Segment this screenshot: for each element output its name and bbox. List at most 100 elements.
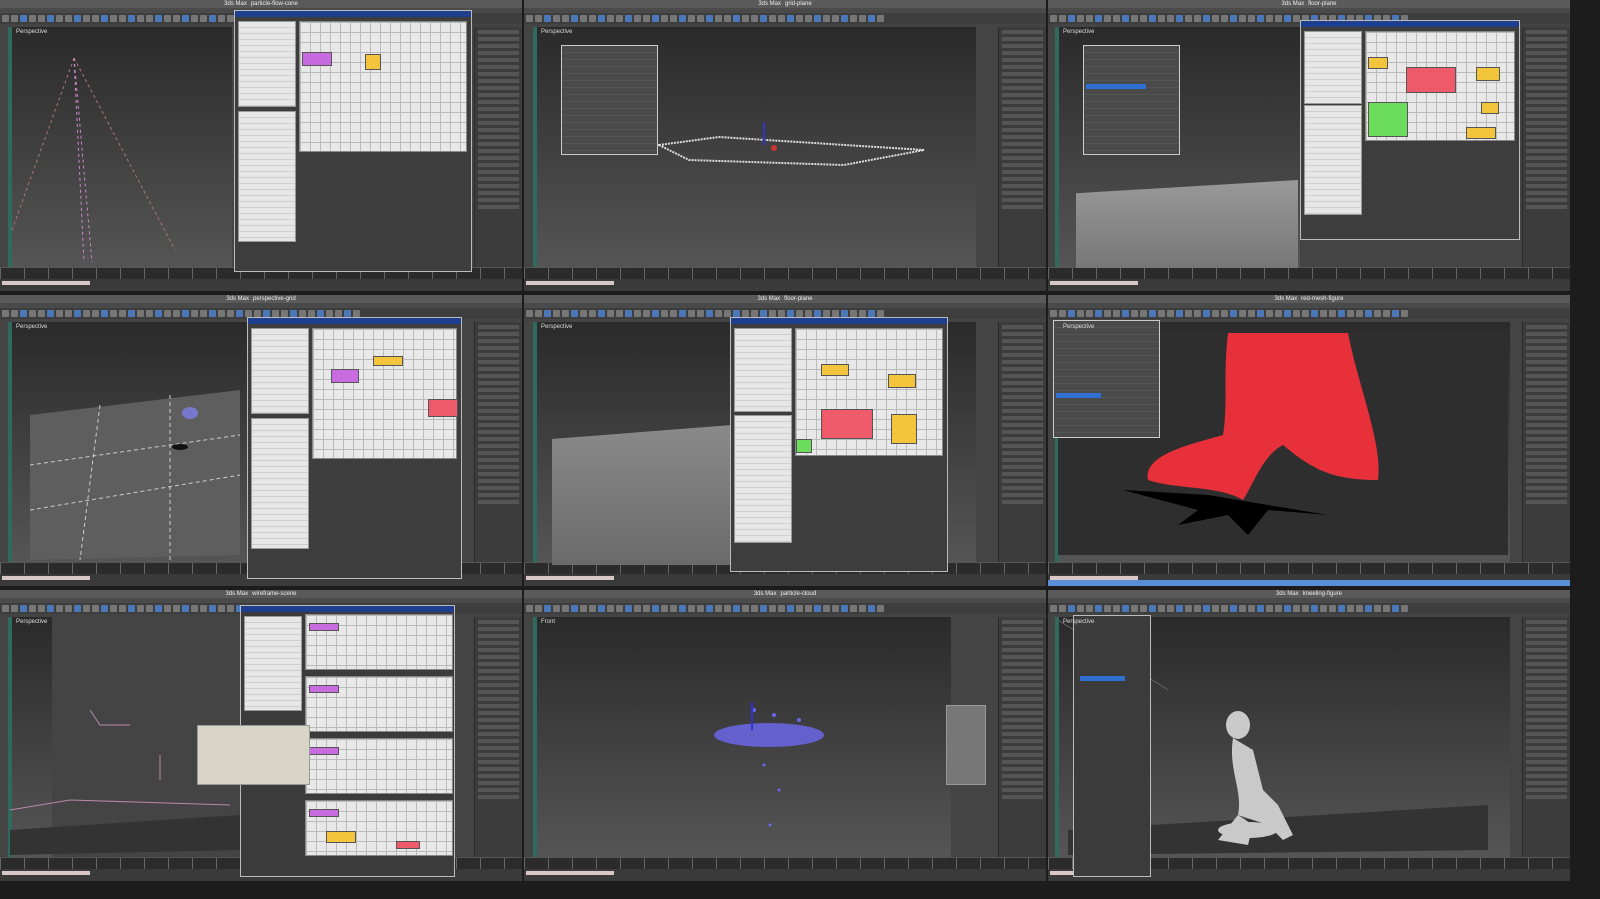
- command-panel-row[interactable]: [1526, 149, 1567, 153]
- toolbar-icon[interactable]: [1050, 15, 1057, 22]
- command-panel-row[interactable]: [1002, 395, 1043, 399]
- event-tree[interactable]: [251, 418, 309, 549]
- toolbar-icon[interactable]: [1167, 15, 1174, 22]
- toolbar-icon[interactable]: [1212, 15, 1219, 22]
- toolbar-icon[interactable]: [742, 310, 749, 317]
- command-panel-row[interactable]: [1526, 58, 1567, 62]
- command-panel-row[interactable]: [1002, 409, 1043, 413]
- viewport-label[interactable]: Perspective: [541, 324, 572, 330]
- command-panel-row[interactable]: [1002, 346, 1043, 350]
- toolbar-icon[interactable]: [1266, 15, 1273, 22]
- command-panel-row[interactable]: [1526, 44, 1567, 48]
- command-panel-row[interactable]: [1526, 30, 1567, 34]
- selected-row[interactable]: [1080, 676, 1125, 681]
- maxscript-listener[interactable]: [1050, 281, 1138, 285]
- toolbar-icon[interactable]: [634, 310, 641, 317]
- selected-row[interactable]: [1056, 393, 1101, 398]
- schematic-dialog[interactable]: [730, 317, 948, 572]
- toolbar-icon[interactable]: [823, 310, 830, 317]
- command-panel-row[interactable]: [1526, 142, 1567, 146]
- command-panel-row[interactable]: [1002, 360, 1043, 364]
- toolbar-icon[interactable]: [1122, 15, 1129, 22]
- event-node[interactable]: [1406, 67, 1456, 93]
- command-panel-row[interactable]: [1526, 51, 1567, 55]
- event-node[interactable]: [1466, 127, 1496, 139]
- toolbar-icon[interactable]: [562, 310, 569, 317]
- event-node[interactable]: [428, 399, 458, 417]
- command-panel-row[interactable]: [1526, 191, 1567, 195]
- toolbar-icon[interactable]: [1140, 15, 1147, 22]
- toolbar-icon[interactable]: [778, 310, 785, 317]
- scene-explorer[interactable]: [561, 45, 658, 155]
- command-panel-row[interactable]: [1002, 325, 1043, 329]
- viewport-label[interactable]: Front: [541, 619, 555, 625]
- viewport-label[interactable]: Perspective: [1063, 29, 1094, 35]
- particle-view-graph[interactable]: [795, 328, 943, 456]
- command-panel-row[interactable]: [1002, 430, 1043, 434]
- scene-explorer[interactable]: [1083, 45, 1180, 155]
- event-tree[interactable]: [1304, 105, 1362, 215]
- toolbar-icon[interactable]: [670, 310, 677, 317]
- command-panel-row[interactable]: [1526, 37, 1567, 41]
- toolbar-icon[interactable]: [1239, 15, 1246, 22]
- command-panel-row[interactable]: [1526, 205, 1567, 209]
- toolbar-icon[interactable]: [832, 310, 839, 317]
- toolbar-icon[interactable]: [625, 310, 632, 317]
- toolbar-icon[interactable]: [1086, 15, 1093, 22]
- command-panel[interactable]: [998, 322, 1046, 562]
- command-panel-row[interactable]: [1002, 465, 1043, 469]
- particle-view-graph[interactable]: [305, 614, 453, 670]
- viewport-label[interactable]: Perspective: [16, 324, 47, 330]
- particle-view-graph[interactable]: [299, 21, 467, 152]
- toolbar-icon[interactable]: [877, 310, 884, 317]
- toolbar-icon[interactable]: [751, 310, 758, 317]
- event-node[interactable]: [1481, 102, 1499, 114]
- particle-view-graph[interactable]: [305, 676, 453, 732]
- command-panel-row[interactable]: [1002, 423, 1043, 427]
- schematic-dialog[interactable]: [1300, 20, 1520, 240]
- viewport-label[interactable]: Perspective: [1063, 619, 1094, 625]
- toolbar-icon[interactable]: [1176, 15, 1183, 22]
- event-node[interactable]: [1368, 57, 1388, 69]
- event-node[interactable]: [309, 685, 339, 693]
- event-node[interactable]: [331, 369, 359, 383]
- selected-row[interactable]: [1086, 84, 1146, 89]
- layer-explorer[interactable]: [1053, 320, 1160, 438]
- command-panel-row[interactable]: [1002, 374, 1043, 378]
- toolbar-icon[interactable]: [733, 310, 740, 317]
- command-panel-row[interactable]: [1002, 472, 1043, 476]
- schematic-dialog[interactable]: [234, 10, 472, 272]
- command-panel-row[interactable]: [1526, 72, 1567, 76]
- toolbar-icon[interactable]: [796, 310, 803, 317]
- command-panel-row[interactable]: [1526, 170, 1567, 174]
- toolbar-icon[interactable]: [571, 310, 578, 317]
- toolbar-icon[interactable]: [535, 310, 542, 317]
- command-panel-row[interactable]: [1526, 177, 1567, 181]
- event-node[interactable]: [302, 52, 332, 66]
- toolbar-icon[interactable]: [643, 310, 650, 317]
- command-panel-row[interactable]: [1002, 381, 1043, 385]
- toolbar-icon[interactable]: [805, 310, 812, 317]
- command-panel[interactable]: [1522, 27, 1570, 267]
- event-node[interactable]: [1368, 102, 1408, 137]
- event-node[interactable]: [309, 623, 339, 631]
- event-node[interactable]: [309, 809, 339, 817]
- toolbar-icon[interactable]: [679, 310, 686, 317]
- toolbar-icon[interactable]: [652, 310, 659, 317]
- particle-view-graph[interactable]: [305, 738, 453, 794]
- toolbar-icon[interactable]: [1113, 15, 1120, 22]
- command-panel-row[interactable]: [1526, 184, 1567, 188]
- event-node[interactable]: [888, 374, 916, 388]
- toolbar-icon[interactable]: [1293, 15, 1300, 22]
- toolbar-icon[interactable]: [1149, 15, 1156, 22]
- command-panel-row[interactable]: [1002, 353, 1043, 357]
- command-panel-row[interactable]: [1002, 451, 1043, 455]
- toolbar-icon[interactable]: [859, 310, 866, 317]
- toolbar-icon[interactable]: [841, 310, 848, 317]
- toolbar-icon[interactable]: [553, 310, 560, 317]
- toolbar-icon[interactable]: [787, 310, 794, 317]
- command-panel-row[interactable]: [1526, 163, 1567, 167]
- toolbar-icon[interactable]: [1104, 15, 1111, 22]
- toolbar-icon[interactable]: [1221, 15, 1228, 22]
- command-panel-row[interactable]: [1002, 458, 1043, 462]
